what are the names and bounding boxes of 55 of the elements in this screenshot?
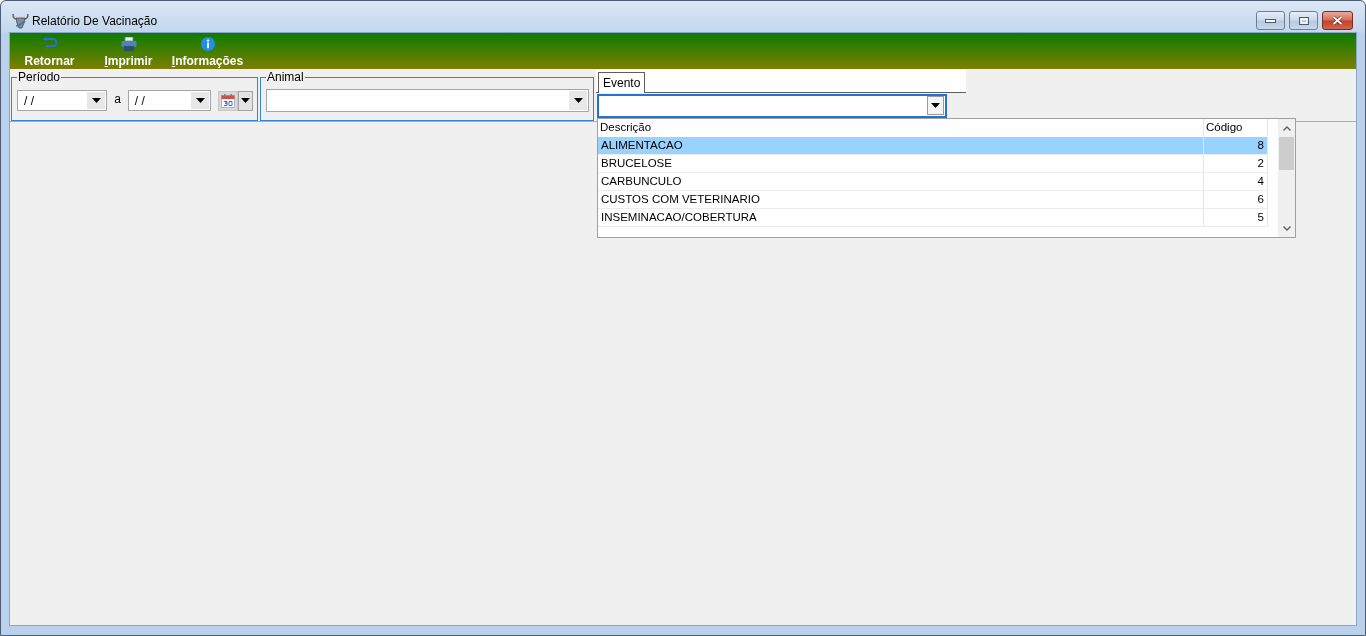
toolbar-button[interactable]: Informações xyxy=(168,33,247,69)
return-arrow-icon xyxy=(41,37,58,51)
minimize-icon xyxy=(1265,18,1276,23)
dropdown-button[interactable] xyxy=(569,91,587,110)
group-label: Animal xyxy=(266,70,305,84)
chevron-up-icon xyxy=(1282,125,1291,131)
maximize-button[interactable] xyxy=(1289,11,1318,30)
bull-head-icon xyxy=(12,12,29,29)
tab[interactable]: Evento xyxy=(598,72,646,93)
table-cell: 6 xyxy=(1204,191,1268,208)
calendar-icon xyxy=(221,93,235,108)
dropdown-button[interactable] xyxy=(87,92,106,109)
range-separator: a xyxy=(114,92,121,106)
dropdown-button[interactable] xyxy=(238,90,253,111)
list-row[interactable]: CARBUNCULO 4 xyxy=(598,173,1268,191)
list-row[interactable]: CUSTOS COM VETERINARIO 6 xyxy=(598,191,1268,209)
scrollbar-thumb[interactable] xyxy=(1279,137,1294,170)
info-icon xyxy=(200,37,215,51)
table-cell: 8 xyxy=(1204,137,1268,154)
dropdown-button[interactable] xyxy=(927,96,944,115)
column-header: Descrição xyxy=(598,119,1204,136)
calendar-button[interactable] xyxy=(218,90,238,111)
table-cell: INSEMINACAO/COBERTURA xyxy=(598,209,1204,226)
printer-icon xyxy=(120,37,137,51)
table-cell: ALIMENTACAO xyxy=(598,137,1204,154)
date-field[interactable]: / / xyxy=(127,90,211,111)
animal-field[interactable] xyxy=(266,89,589,112)
list-row[interactable]: INSEMINACAO/COBERTURA 5 xyxy=(598,209,1268,227)
table-cell: 5 xyxy=(1204,209,1268,226)
date-field[interactable]: / / xyxy=(17,90,108,111)
close-icon xyxy=(1332,16,1343,25)
caret-icon xyxy=(931,103,940,108)
list-row[interactable]: BRUCELOSE 2 xyxy=(598,155,1268,173)
close-button[interactable] xyxy=(1322,11,1353,30)
dropdown-button[interactable] xyxy=(191,92,209,109)
minimize-button[interactable] xyxy=(1256,11,1285,30)
maximize-icon xyxy=(1298,16,1309,25)
scrollbar[interactable] xyxy=(1278,119,1295,237)
caret-icon xyxy=(573,98,583,103)
caret-icon xyxy=(91,98,101,103)
table-cell: CARBUNCULO xyxy=(598,173,1204,190)
table-cell: 2 xyxy=(1204,155,1268,172)
toolbar-button[interactable]: Retornar xyxy=(10,33,89,69)
table-cell: 4 xyxy=(1204,173,1268,190)
chevron-down-icon xyxy=(1282,225,1291,231)
table-cell: CUSTOS COM VETERINARIO xyxy=(598,191,1204,208)
caret-icon xyxy=(195,98,205,103)
list-row[interactable]: ALIMENTACAO 8 xyxy=(598,137,1268,155)
column-header: Código xyxy=(1204,119,1268,136)
table-cell: BRUCELOSE xyxy=(598,155,1204,172)
window-title: Relatório De Vacinação xyxy=(32,13,158,28)
toolbar-button[interactable]: Imprimir xyxy=(89,33,168,69)
group-label: Período xyxy=(17,70,62,84)
event-field[interactable] xyxy=(597,94,947,118)
caret-icon xyxy=(241,98,250,103)
